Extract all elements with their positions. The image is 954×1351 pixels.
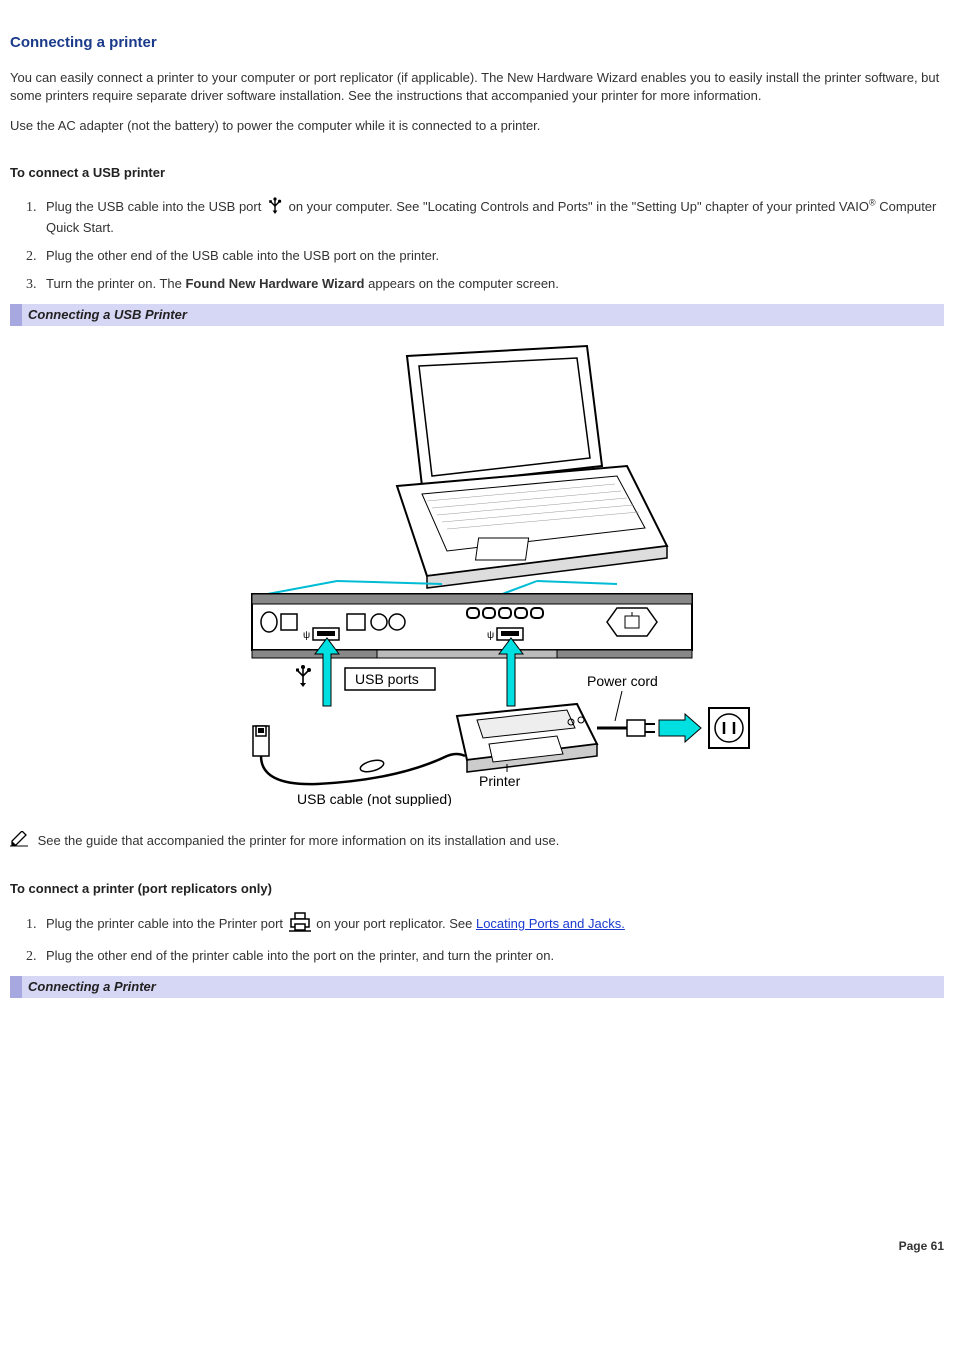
usb-step-2: Plug the other end of the USB cable into…: [40, 247, 944, 265]
port-step-2: Plug the other end of the printer cable …: [40, 947, 944, 965]
port-step-1: Plug the printer cable into the Printer …: [40, 912, 944, 937]
step-text: Plug the USB cable into the USB port: [46, 199, 265, 214]
label-usb-ports: USB ports: [355, 671, 419, 687]
registered-mark: ®: [869, 197, 876, 207]
label-printer: Printer: [479, 773, 521, 789]
usb-cable: [253, 726, 465, 784]
step-text: Turn the printer on. The: [46, 276, 185, 291]
printer-port-icon: [289, 912, 311, 937]
label-power-cord: Power cord: [587, 673, 658, 689]
label-usb-cable: USB cable (not supplied): [297, 791, 452, 806]
figure-caption-usb: Connecting a USB Printer: [10, 304, 944, 326]
svg-text:ψ: ψ: [487, 630, 494, 641]
step-text-b: on your computer. See "Locating Controls…: [289, 199, 869, 214]
usb-step-1: Plug the USB cable into the USB port on …: [40, 196, 944, 237]
usb-step-3: Turn the printer on. The Found New Hardw…: [40, 275, 944, 293]
intro-paragraph-1: You can easily connect a printer to your…: [10, 69, 944, 105]
figure-usb-printer: ψ ψ: [10, 336, 944, 811]
locating-ports-link[interactable]: Locating Ports and Jacks.: [476, 916, 625, 931]
svg-text:ψ: ψ: [303, 630, 310, 641]
port-steps-list: Plug the printer cable into the Printer …: [40, 912, 944, 965]
section-port-heading: To connect a printer (port replicators o…: [10, 880, 944, 898]
note-text: See the guide that accompanied the print…: [38, 833, 560, 848]
note: See the guide that accompanied the print…: [10, 831, 944, 852]
step-text-b: on your port replicator. See: [316, 916, 476, 931]
intro-paragraph-2: Use the AC adapter (not the battery) to …: [10, 117, 944, 135]
figure-caption-printer: Connecting a Printer: [10, 976, 944, 998]
step-text-b: appears on the computer screen.: [365, 276, 559, 291]
page-title: Connecting a printer: [10, 32, 944, 53]
printer-drawing: [457, 704, 597, 772]
usb-port-left: ψ: [303, 628, 339, 641]
note-pencil-icon: [10, 831, 30, 852]
wizard-name: Found New Hardware Wizard: [185, 276, 364, 291]
section-usb-heading: To connect a USB printer: [10, 164, 944, 182]
usb-steps-list: Plug the USB cable into the USB port on …: [40, 196, 944, 294]
power-plug: [597, 720, 655, 736]
page-number: Page 61: [10, 1238, 944, 1255]
laptop-drawing: [397, 346, 667, 588]
usb-port-right: ψ: [487, 628, 523, 641]
arrow-right-icon: [659, 714, 701, 742]
usb-symbol: [296, 665, 311, 687]
step-text: Plug the printer cable into the Printer …: [46, 916, 287, 931]
usb-trident-icon: [267, 196, 283, 219]
